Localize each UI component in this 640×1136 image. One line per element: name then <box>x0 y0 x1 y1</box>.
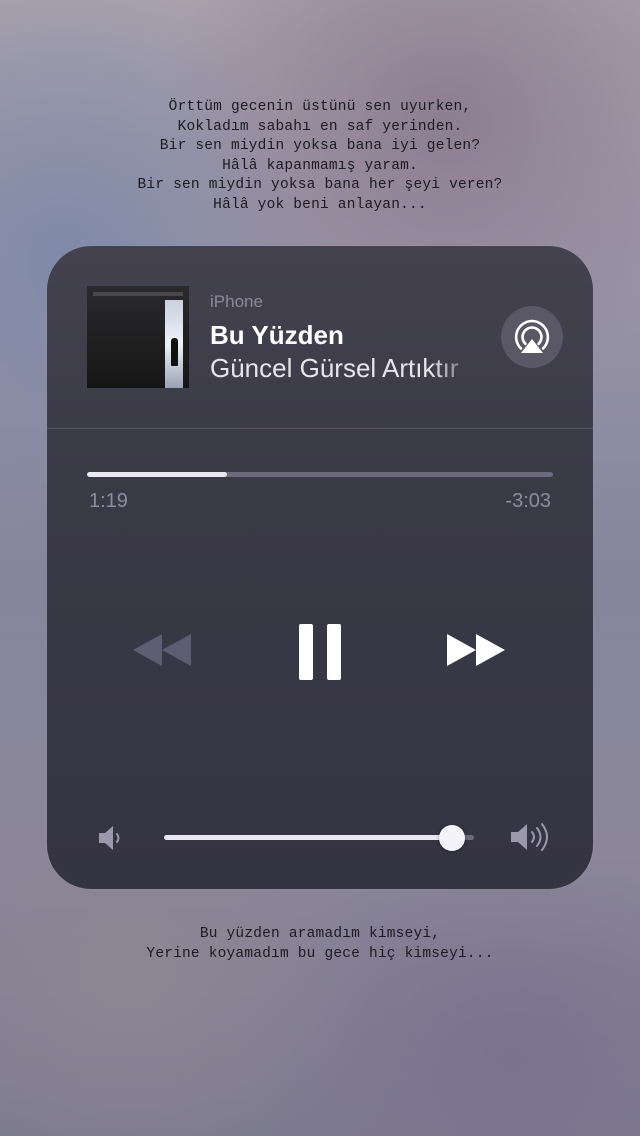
volume-high-icon <box>509 820 551 859</box>
remaining-time: -3:03 <box>505 490 551 512</box>
lyrics-bottom: Bu yüzden aramadım kimseyi, Yerine koyam… <box>0 925 640 964</box>
track-title: Bu Yüzden <box>210 320 344 350</box>
volume-fill <box>164 835 453 840</box>
lyric-line: Bir sen miydin yoksa bana iyi gelen? <box>159 138 481 154</box>
output-device-label: iPhone <box>210 292 263 311</box>
lyric-line: Hâlâ yok beni anlayan... <box>213 196 427 213</box>
playback-progress-fill <box>87 472 227 477</box>
airplay-icon <box>514 319 550 353</box>
lyric-line: Bu yüzden aramadım kimseyi, <box>199 926 441 942</box>
lyric-line: Bir sen miydin yoksa bana her şeyi veren… <box>137 177 503 193</box>
volume-slider-knob[interactable] <box>439 825 466 851</box>
playback-scrubber[interactable] <box>87 472 553 477</box>
rewind-icon <box>133 634 191 666</box>
volume-slider[interactable] <box>164 825 474 851</box>
fast-forward-button[interactable] <box>445 632 507 673</box>
now-playing-card: iPhone Bu Yüzden Güncel Gürsel Artıktır … <box>47 246 593 889</box>
pause-button[interactable] <box>297 624 343 685</box>
divider <box>47 428 593 429</box>
album-artwork[interactable] <box>87 286 189 388</box>
lyrics-top: Örttüm gecenin üstünü sen uyurken, Kokla… <box>0 98 640 215</box>
lyric-line: Yerine koyamadım bu gece hiç kimseyi... <box>146 945 494 962</box>
pause-icon <box>299 624 341 680</box>
lyric-line: Kokladım sabahı en saf yerinden. <box>177 118 463 135</box>
artwork-figure <box>171 338 178 366</box>
volume-low-icon <box>97 824 127 857</box>
track-artist: Güncel Gürsel Artıktır <box>210 353 459 383</box>
airplay-button[interactable] <box>501 306 563 368</box>
elapsed-time: 1:19 <box>89 490 128 512</box>
fast-forward-icon <box>447 634 505 666</box>
rewind-button[interactable] <box>131 632 193 673</box>
artwork-title-strip <box>93 292 183 296</box>
lyric-line: Hâlâ kapanmamış yaram. <box>222 157 418 174</box>
lyric-line: Örttüm gecenin üstünü sen uyurken, <box>168 99 472 115</box>
